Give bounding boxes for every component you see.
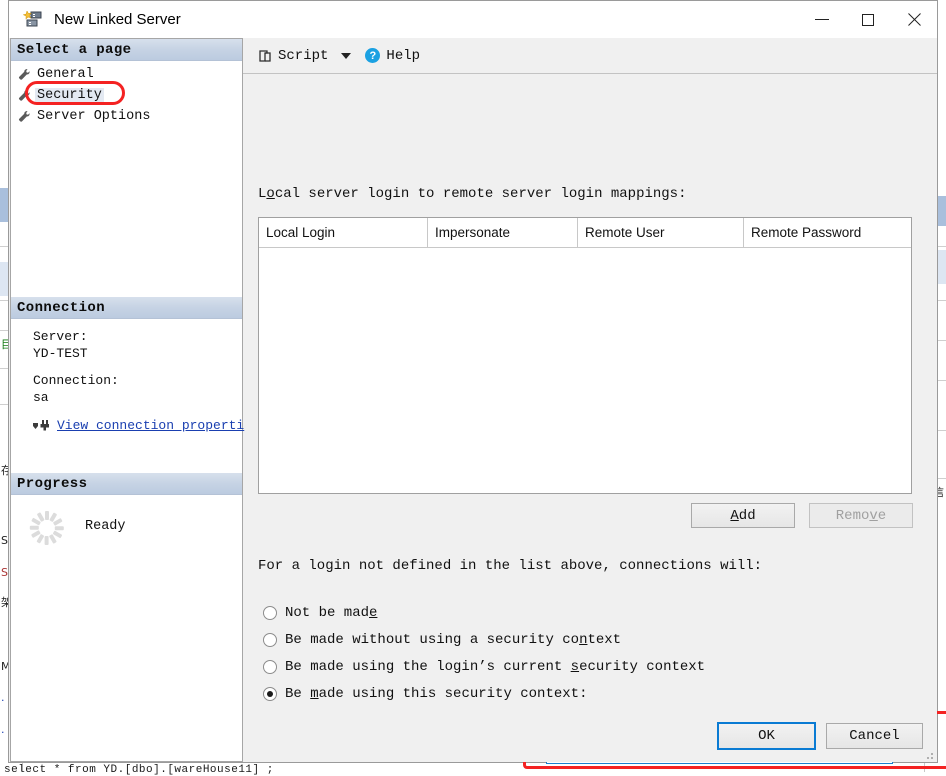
new-linked-server-dialog: New Linked Server Select a page General	[8, 0, 938, 763]
radio-icon[interactable]	[263, 633, 277, 647]
sidebar-item-server-options[interactable]: Server Options	[11, 106, 242, 127]
connection-header: Connection	[11, 297, 242, 319]
spinner-icon	[30, 511, 64, 545]
connection-mode-radio-group: Not be made Be made without using a secu…	[263, 599, 705, 707]
wrench-icon	[18, 68, 31, 81]
sidebar-bottom-spacer	[11, 591, 242, 761]
sidebar-item-label: Server Options	[35, 109, 152, 124]
wrench-icon	[18, 110, 31, 123]
help-circle-icon: ?	[365, 48, 380, 63]
page-list: General Security Server Options	[11, 61, 242, 127]
column-header-remote-password[interactable]: Remote Password	[743, 218, 911, 247]
title-bar: New Linked Server	[9, 1, 937, 38]
script-button[interactable]: Script	[254, 44, 332, 68]
minimize-button[interactable]	[799, 1, 845, 38]
grid-header-row: Local Login Impersonate Remote User Remo…	[259, 218, 911, 248]
for-login-label: For a login not defined in the list abov…	[258, 558, 762, 574]
column-header-impersonate[interactable]: Impersonate	[427, 218, 577, 247]
background-glyph: ·	[1, 694, 5, 707]
close-button[interactable]	[891, 1, 937, 38]
progress-info: Ready	[11, 495, 242, 591]
select-page-header: Select a page	[11, 39, 242, 61]
spacer	[11, 433, 242, 473]
radio-not-be-made[interactable]: Not be made	[263, 599, 705, 626]
cancel-button[interactable]: Cancel	[826, 723, 923, 749]
spacer	[33, 362, 242, 372]
mappings-label: Local server login to remote server logi…	[258, 186, 686, 202]
main-panel: Script ? Help Local server login to remo…	[243, 38, 937, 762]
toolbar: Script ? Help	[243, 38, 937, 74]
radio-icon[interactable]	[263, 660, 277, 674]
radio-icon[interactable]	[263, 687, 277, 701]
minimize-icon	[815, 19, 829, 20]
progress-header: Progress	[11, 473, 242, 495]
linked-server-icon	[23, 11, 43, 29]
wrench-icon	[18, 89, 31, 102]
background-glyph: ·	[1, 726, 5, 739]
connection-info: Server: YD-TEST Connection: sa	[11, 319, 242, 433]
connection-label: Connection:	[33, 372, 242, 389]
window-controls	[799, 1, 937, 38]
connection-plug-icon	[33, 419, 50, 432]
view-connection-properties-row[interactable]: View connection properti	[33, 418, 242, 433]
column-header-remote-user[interactable]: Remote User	[577, 218, 743, 247]
sidebar-item-label: Security	[35, 88, 104, 103]
sidebar-spacer	[11, 127, 242, 297]
server-value: YD-TEST	[33, 345, 242, 362]
radio-label: Be made using this security context:	[285, 686, 587, 702]
server-label: Server:	[33, 328, 242, 345]
sidebar: Select a page General Security	[10, 38, 243, 762]
login-mappings-grid[interactable]: Local Login Impersonate Remote User Remo…	[258, 217, 912, 494]
maximize-button[interactable]	[845, 1, 891, 38]
chevron-down-icon[interactable]	[341, 53, 351, 59]
radio-icon[interactable]	[263, 606, 277, 620]
close-icon	[907, 12, 922, 27]
dialog-footer: OK Cancel	[243, 711, 937, 762]
background-glyph: S	[1, 566, 8, 579]
add-button[interactable]: Add	[691, 503, 795, 528]
sidebar-item-label: General	[35, 67, 96, 82]
window-title: New Linked Server	[54, 11, 181, 28]
dialog-body: Select a page General Security	[9, 38, 937, 762]
radio-label: Be made using the login’s current securi…	[285, 659, 705, 675]
help-button[interactable]: ? Help	[361, 44, 424, 68]
radio-label: Not be made	[285, 605, 377, 621]
script-icon	[258, 49, 272, 63]
connection-value: sa	[33, 389, 242, 406]
radio-this-security-context[interactable]: Be made using this security context:	[263, 680, 705, 707]
column-header-local-login[interactable]: Local Login	[259, 218, 427, 247]
maximize-icon	[862, 14, 874, 26]
help-label: Help	[386, 48, 420, 64]
radio-label: Be made without using a security context	[285, 632, 621, 648]
background-sql-text: select * from YD.[dbo].[wareHouse11] ;	[4, 764, 274, 776]
sidebar-item-general[interactable]: General	[11, 64, 242, 85]
progress-status: Ready	[85, 519, 126, 534]
script-label: Script	[278, 48, 328, 64]
background-glyph: S	[1, 534, 8, 547]
resize-grip[interactable]	[923, 749, 934, 760]
ok-button[interactable]: OK	[718, 723, 815, 749]
radio-without-security-context[interactable]: Be made without using a security context	[263, 626, 705, 653]
sidebar-item-security[interactable]: Security	[11, 85, 242, 106]
security-page-content: Local server login to remote server logi…	[243, 74, 937, 711]
view-connection-properties-link[interactable]: View connection properti	[57, 418, 244, 433]
radio-logins-current-context[interactable]: Be made using the login’s current securi…	[263, 653, 705, 680]
remove-button[interactable]: Remove	[809, 503, 913, 528]
